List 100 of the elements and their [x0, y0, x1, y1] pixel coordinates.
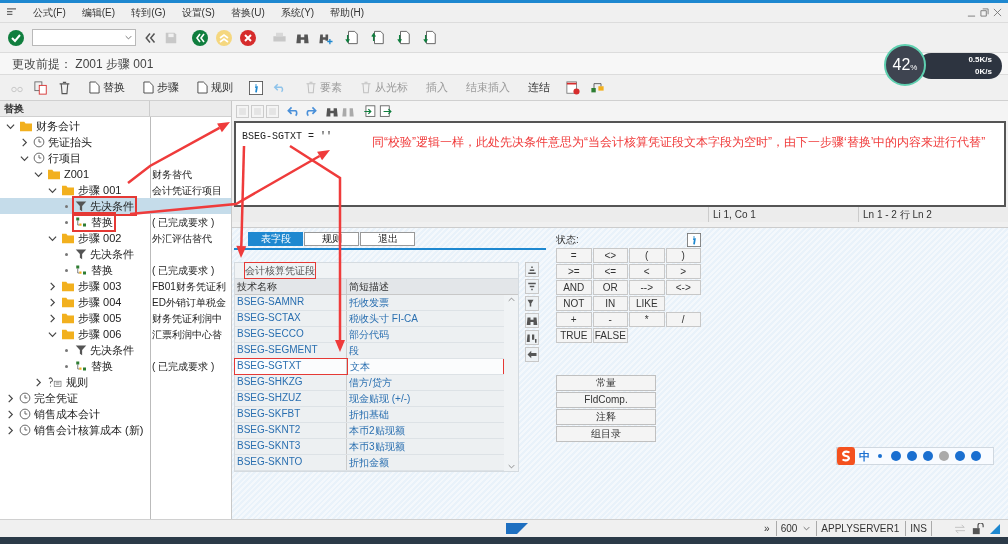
operator-button[interactable]: LIKE [629, 296, 665, 311]
chevron-down-icon[interactable] [20, 153, 29, 163]
tree-item[interactable]: 替换 [74, 357, 114, 375]
menu-item[interactable]: 替换(U) [230, 5, 265, 20]
chevron-right-icon[interactable] [6, 425, 15, 435]
tab[interactable]: 退出 [360, 232, 415, 246]
chevron-down-icon[interactable] [48, 233, 57, 243]
unlock-icon[interactable] [972, 522, 984, 535]
toolbar-button[interactable]: 替换 [89, 79, 125, 96]
tree-item[interactable]: 财务会计 [18, 117, 81, 135]
toolbar-button[interactable]: 连结 [528, 79, 550, 96]
sort-ascending-icon[interactable] [525, 262, 539, 277]
menu-item[interactable]: 系统(Y) [280, 5, 315, 20]
table-delete-icon[interactable] [566, 80, 580, 95]
restore-icon[interactable] [980, 8, 989, 17]
chevron-right-icon[interactable] [6, 393, 15, 403]
cancel-icon[interactable] [240, 29, 256, 46]
chevron-right-icon[interactable] [20, 137, 29, 147]
menu-item[interactable]: 帮助(H) [330, 5, 365, 20]
operator-button[interactable]: AND [556, 280, 592, 295]
info-icon[interactable] [687, 232, 701, 247]
tree-item[interactable]: 销售会计核算成本 (新) [18, 421, 145, 439]
operator-button[interactable]: <-> [665, 280, 701, 295]
table-row[interactable]: BSEG-SKNTO 折扣金额 [235, 455, 504, 471]
operator-button[interactable]: / [665, 312, 701, 327]
hierarchy-icon[interactable] [590, 80, 605, 95]
chevron-right-icon[interactable] [48, 313, 57, 323]
operator-button[interactable]: >= [556, 264, 592, 279]
operator-button[interactable]: FALSE [592, 328, 628, 343]
operator-button[interactable]: = [556, 248, 592, 263]
action-button[interactable]: 注释 [556, 409, 656, 425]
tree-item[interactable]: 步骤 006 [60, 325, 123, 343]
filter-icon[interactable] [525, 296, 539, 311]
tree-item[interactable]: 步骤 002 [60, 229, 123, 247]
input-mode[interactable]: 中 [859, 447, 870, 465]
tree-item[interactable]: Z001 [46, 165, 91, 183]
operator-button[interactable]: TRUE [556, 328, 592, 343]
chevron-right-icon[interactable] [6, 409, 15, 419]
tree-item[interactable]: 完全凭证 [18, 389, 79, 407]
table-row[interactable]: BSEG-SEGMENT 段 [235, 343, 504, 359]
trash-icon[interactable] [58, 80, 71, 95]
chevron-right-icon[interactable] [34, 377, 43, 387]
tree-item[interactable]: 替换 [74, 213, 114, 231]
table-row[interactable]: BSEG-SKNT2 本币2贴现额 [235, 423, 504, 439]
info-icon[interactable] [249, 80, 263, 95]
operator-button[interactable]: * [629, 312, 665, 327]
chevron-down-icon[interactable] [48, 185, 57, 195]
tree-item[interactable]: 步骤 003 [60, 277, 123, 295]
operator-button[interactable]: NOT [556, 296, 592, 311]
tree-item[interactable]: 销售成本会计 [18, 405, 101, 423]
table-row[interactable]: BSEG-SHKZG 借方/贷方 [235, 375, 504, 391]
operator-button[interactable]: <> [592, 248, 628, 263]
chevron-down-icon[interactable] [6, 121, 15, 131]
table-row[interactable]: BSEG-SKNT3 本币3贴现额 [235, 439, 504, 455]
chevron-right-icon[interactable] [48, 281, 57, 291]
operator-button[interactable]: IN [592, 296, 628, 311]
back-icon[interactable] [192, 29, 208, 46]
menu-item[interactable]: 转到(G) [131, 5, 166, 20]
menu-item[interactable]: 编辑(E) [81, 5, 116, 20]
action-button[interactable]: FldComp. [556, 392, 656, 408]
page-arrow-icon[interactable] [397, 30, 411, 45]
chevron-right-icon[interactable] [48, 297, 57, 307]
operator-button[interactable]: > [665, 264, 701, 279]
code-editor[interactable]: BSEG-SGTXT = '' 同“校验”逻辑一样，此处先决条件意思为“当会计核算凭证段文本字段为空时”，由下一步骤‘替换’中的内容来进行代替” [234, 121, 1006, 207]
operator-button[interactable]: + [556, 312, 592, 327]
tree-item[interactable]: 替换 [74, 261, 114, 279]
operator-button[interactable]: <= [592, 264, 628, 279]
table-row[interactable]: BSEG-SHZUZ 现金贴现 (+/-) [235, 391, 504, 407]
operator-button[interactable]: ) [665, 248, 701, 263]
page-arrow-icon[interactable] [371, 30, 385, 45]
table-row[interactable]: BSEG-SCTAX 税收头寸 FI-CA [235, 311, 504, 327]
tab[interactable]: 表字段 [248, 232, 303, 246]
operator-button[interactable]: --> [629, 280, 665, 295]
toolbar-button[interactable]: 规则 [197, 79, 233, 96]
menu-icon[interactable] [6, 8, 17, 17]
arrow-left-icon[interactable] [525, 347, 539, 362]
chevron-down-icon[interactable] [34, 169, 43, 179]
page-arrow-icon[interactable] [345, 30, 359, 45]
status-expand[interactable]: » [764, 521, 770, 536]
menu-item[interactable]: 设置(S) [181, 5, 215, 20]
check-icon[interactable] [8, 29, 24, 46]
tree-item[interactable]: 步骤 001 [60, 181, 123, 199]
table-row[interactable]: BSEG-SAMNR 托收发票 [235, 295, 504, 311]
page-arrow-icon[interactable] [423, 30, 437, 45]
menu-item[interactable]: 公式(F) [33, 5, 66, 20]
binoculars-icon[interactable] [525, 313, 539, 328]
tree-item[interactable]: 凭证抬头 [32, 133, 93, 151]
tree-item[interactable]: 先决条件 [74, 245, 135, 263]
tree-item[interactable]: 步骤 004 [60, 293, 123, 311]
import-icon[interactable] [363, 104, 377, 118]
operator-button[interactable]: < [629, 264, 665, 279]
tree-item[interactable]: 行项目 [32, 149, 82, 167]
operator-button[interactable]: OR [592, 280, 628, 295]
table-row[interactable]: BSEG-SGTXT 文本 [235, 359, 504, 375]
tree-item[interactable]: 规则 [46, 373, 89, 391]
chevron-down-icon[interactable] [48, 329, 57, 339]
table-row[interactable]: BSEG-SKFBT 折扣基础 [235, 407, 504, 423]
tree-item[interactable]: 先决条件 [74, 341, 135, 359]
export-icon[interactable] [379, 104, 393, 118]
double-chevron-left-icon[interactable] [144, 31, 156, 44]
